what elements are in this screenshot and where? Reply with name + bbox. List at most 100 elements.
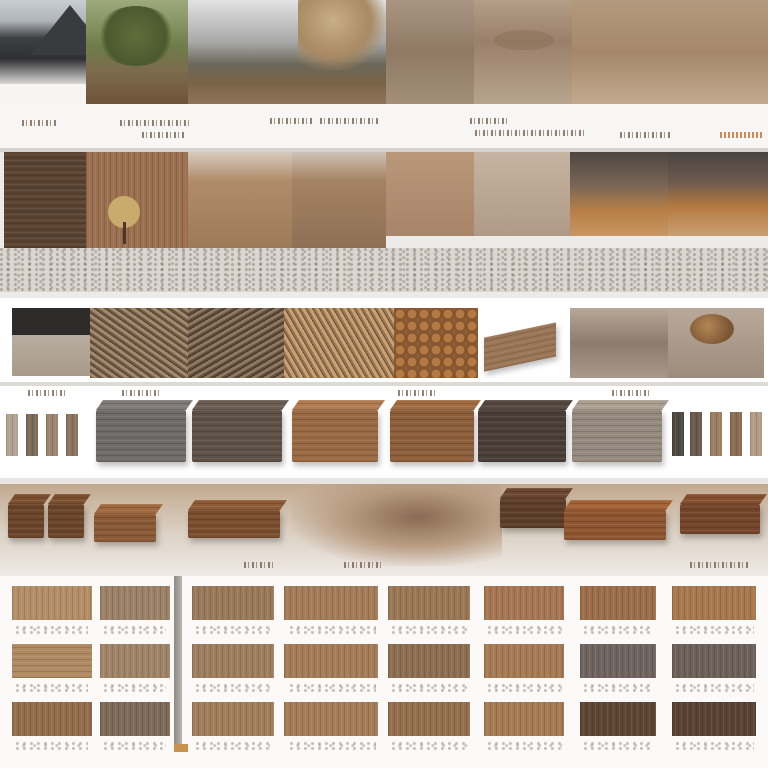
wood-plank [478,308,570,378]
swatch-label [104,626,166,634]
material-row [0,304,768,382]
swatch-label [676,742,754,750]
straw-pile [284,308,394,378]
narrow-swatch [6,414,18,456]
swatch-label [584,626,654,634]
grid-divider [174,744,188,752]
texture-row [0,152,768,298]
oak-beam [564,510,666,540]
wood-swatch [672,702,756,736]
swatch-label [16,626,88,634]
wood-swatch [388,702,470,736]
narrow-swatch [66,414,78,456]
swatch-label [290,626,376,634]
mountain-photo [0,0,86,84]
wood-swatch [672,586,756,620]
twig-pile [188,308,284,378]
wood-swatch [284,702,378,736]
swatch-label [584,742,654,750]
charcoal-block [478,410,566,462]
landscape-caption-strip [0,104,768,150]
narrow-swatch [710,412,722,456]
dark-block [192,410,282,462]
swatch-label [584,684,654,692]
sand-dune-photo-2 [474,0,572,104]
bark-texture [4,152,86,248]
wood-swatch [192,702,274,736]
wood-swatch [12,586,92,620]
wood-swatch [284,644,378,678]
wood-swatch [388,586,470,620]
sand-spray [292,484,502,566]
swatch-label [488,684,562,692]
dry-twigs [90,308,188,378]
swatch-label [392,684,468,692]
swatch-label [104,684,166,692]
sand-dune-photo-3 [572,0,768,104]
swatch-label [290,742,376,750]
wood-swatch [580,586,656,620]
swatch-label [488,626,562,634]
misty-field-photo [188,0,386,104]
narrow-swatch [672,412,684,456]
swatch-label [196,742,270,750]
wood-swatch [100,586,170,620]
swatch-label [290,684,376,692]
narrow-swatch [690,412,702,456]
texture-ground-strip [0,248,768,292]
tree-field-photo [86,0,188,104]
wood-swatch [192,644,274,678]
swatch-label [196,684,270,692]
wood-swatch [192,586,274,620]
grey-sand [570,308,668,378]
grey-block [96,410,186,462]
swatch-label [676,626,754,634]
dry-grass [386,152,474,236]
grid-divider [174,576,182,752]
oak-block [390,410,474,462]
wood-swatch [484,586,564,620]
short-planks [48,504,84,538]
long-plank [94,514,156,542]
block-row [0,386,768,478]
swatch-label [16,684,88,692]
sand-dune-photo [386,0,474,104]
narrow-swatch [26,414,38,456]
swatch-grid [0,576,768,768]
wood-swatch [12,644,92,678]
dark-beam [500,498,566,528]
landscape-row [0,0,768,150]
lone-tree-photo [86,152,188,248]
wood-swatch [12,702,92,736]
walnut [668,308,764,378]
brown-field-2 [292,152,386,248]
wood-swatch [284,586,378,620]
sand-surface [474,152,570,236]
narrow-swatch [46,414,58,456]
wood-swatch [484,702,564,736]
narrow-swatch [730,412,742,456]
swatch-label [16,742,88,750]
swatch-label [196,626,270,634]
wood-chips [394,308,478,378]
swatch-label [676,684,754,692]
wood-swatch [100,702,170,736]
dry-brush-2 [668,152,768,236]
swatch-label [392,626,468,634]
wood-swatch [580,702,656,736]
swatch-label [488,742,562,750]
walnut-beam [680,504,760,534]
wood-beam [188,510,280,538]
dry-brush [570,152,668,236]
swatch-label [104,742,166,750]
short-planks [8,504,44,538]
wood-swatch [100,644,170,678]
light-wood-block [292,410,378,462]
pale-block [572,410,662,462]
wood-swatch [484,644,564,678]
wood-swatch [580,644,656,678]
wood-swatch [388,644,470,678]
wood-swatch [672,644,756,678]
swatch-label [392,742,468,750]
plank-row [0,484,768,576]
